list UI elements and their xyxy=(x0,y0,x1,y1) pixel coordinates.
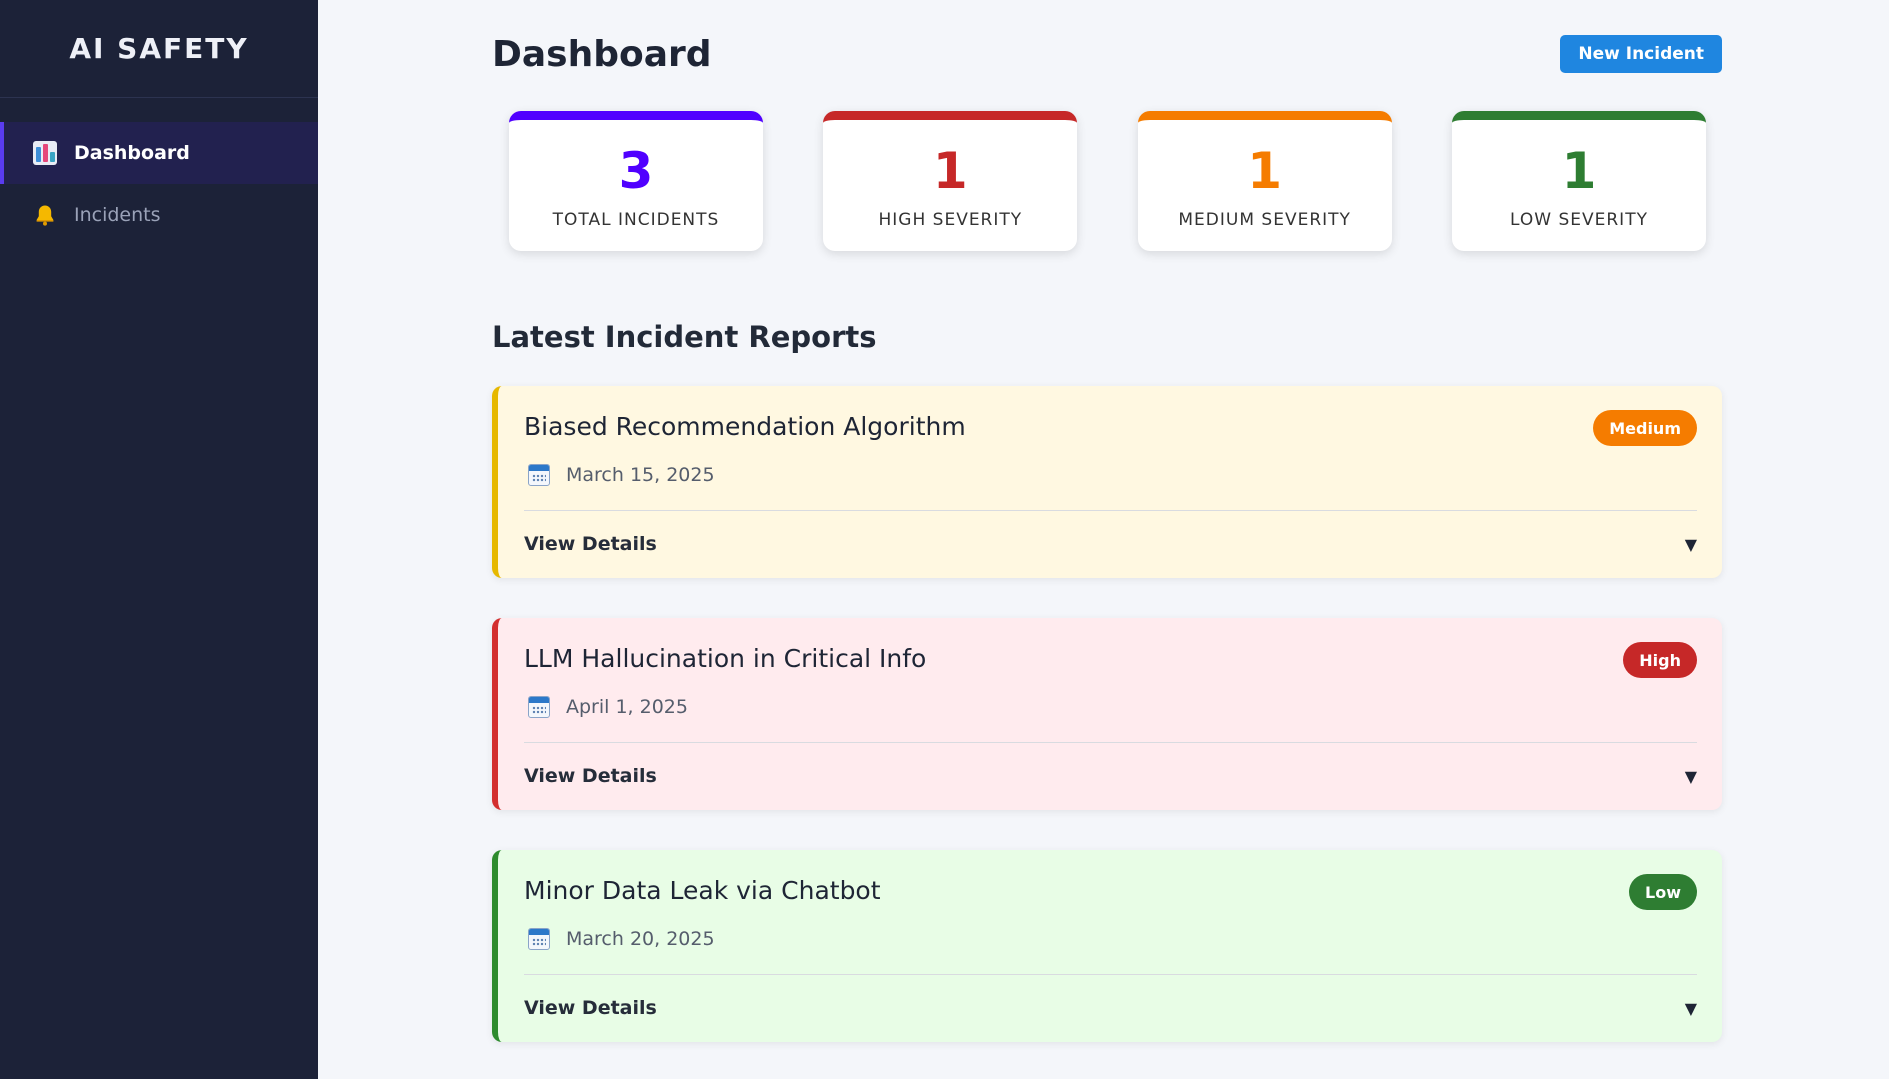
brand-logo: AI SAFETY xyxy=(0,0,318,98)
incident-list: Biased Recommendation Algorithm Medium M… xyxy=(492,386,1722,1079)
stat-card-high: 1 HIGH SEVERITY xyxy=(823,111,1078,251)
calendar-icon xyxy=(528,696,550,718)
incident-date: March 15, 2025 xyxy=(524,464,715,486)
incident-card: Minor Data Leak via Chatbot Low March 20… xyxy=(492,850,1722,1042)
divider xyxy=(524,974,1697,975)
incident-date-text: April 1, 2025 xyxy=(566,696,688,718)
sidebar-item-incidents[interactable]: Incidents xyxy=(0,184,318,246)
incident-title: Minor Data Leak via Chatbot xyxy=(524,876,881,905)
app-root: AI SAFETY Dashboard Incidents Dashboard … xyxy=(0,0,1889,1079)
incident-date: March 20, 2025 xyxy=(524,928,715,950)
view-details-toggle[interactable]: View Details ▼ xyxy=(524,988,1697,1028)
view-details-label: View Details xyxy=(524,533,657,555)
new-incident-button[interactable]: New Incident xyxy=(1560,35,1722,73)
incident-date-text: March 20, 2025 xyxy=(566,928,715,950)
page-title: Dashboard xyxy=(492,33,712,75)
stat-card-total: 3 TOTAL INCIDENTS xyxy=(509,111,763,251)
sidebar-item-label: Dashboard xyxy=(74,142,190,164)
stat-label: MEDIUM SEVERITY xyxy=(1178,209,1351,230)
stat-label: HIGH SEVERITY xyxy=(878,209,1023,230)
calendar-icon xyxy=(528,928,550,950)
incident-title: LLM Hallucination in Critical Info xyxy=(524,644,927,673)
stat-label: TOTAL INCIDENTS xyxy=(552,209,720,230)
divider xyxy=(524,510,1697,511)
stat-card-medium: 1 MEDIUM SEVERITY xyxy=(1137,111,1392,251)
calendar-icon xyxy=(528,464,550,486)
caret-down-icon: ▼ xyxy=(1684,534,1697,554)
incident-card: LLM Hallucination in Critical Info High … xyxy=(492,618,1722,810)
sidebar-item-dashboard[interactable]: Dashboard xyxy=(0,122,318,184)
stat-card-low: 1 LOW SEVERITY xyxy=(1451,111,1706,251)
section-title: Latest Incident Reports xyxy=(492,320,877,354)
caret-down-icon: ▼ xyxy=(1684,998,1697,1018)
severity-badge: Medium xyxy=(1593,410,1697,446)
incident-date-text: March 15, 2025 xyxy=(566,464,715,486)
view-details-toggle[interactable]: View Details ▼ xyxy=(524,524,1697,564)
stat-value: 1 xyxy=(932,141,968,200)
stat-value: 1 xyxy=(1247,141,1283,200)
stat-label: LOW SEVERITY xyxy=(1510,209,1648,230)
stat-value: 1 xyxy=(1561,141,1597,200)
incident-card: Biased Recommendation Algorithm Medium M… xyxy=(492,386,1722,578)
sidebar-nav: Dashboard Incidents xyxy=(0,98,318,246)
bell-icon xyxy=(32,202,58,228)
view-details-toggle[interactable]: View Details ▼ xyxy=(524,756,1697,796)
sidebar: AI SAFETY Dashboard Incidents xyxy=(0,0,318,1079)
sidebar-item-label: Incidents xyxy=(74,204,161,226)
view-details-label: View Details xyxy=(524,765,657,787)
bar-chart-icon xyxy=(32,140,58,166)
page-header: Dashboard New Incident xyxy=(492,30,1722,78)
caret-down-icon: ▼ xyxy=(1684,766,1697,786)
main-content: Dashboard New Incident 3 TOTAL INCIDENTS… xyxy=(318,0,1889,1079)
divider xyxy=(524,742,1697,743)
severity-badge: High xyxy=(1623,642,1697,678)
incident-date: April 1, 2025 xyxy=(524,696,688,718)
view-details-label: View Details xyxy=(524,997,657,1019)
incident-title: Biased Recommendation Algorithm xyxy=(524,412,966,441)
severity-badge: Low xyxy=(1629,874,1697,910)
stat-value: 3 xyxy=(618,141,654,200)
stats-row: 3 TOTAL INCIDENTS 1 HIGH SEVERITY 1 MEDI… xyxy=(509,111,1706,251)
